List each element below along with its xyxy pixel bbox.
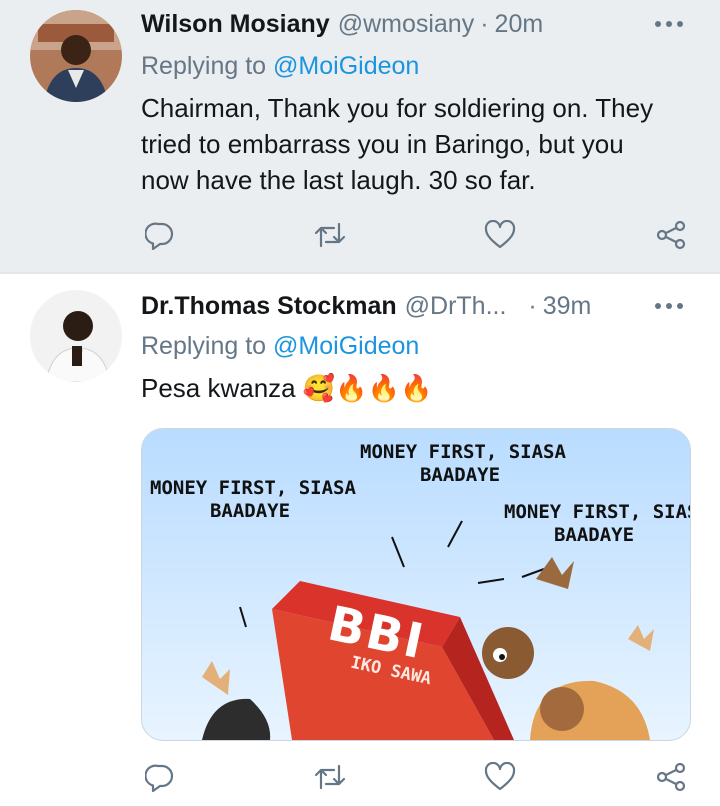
replying-prefix: Replying to [141, 332, 267, 360]
tweet-text-line: tried to embarrass you in Baringo, but y… [141, 129, 624, 159]
caption-left: MONEY FIRST, SIASA BAADAYE [150, 477, 356, 522]
tweet-header: Wilson Mosiany @wmosiany · 20m [141, 6, 700, 42]
timestamp[interactable]: 20m [495, 10, 544, 39]
tweet-header: Dr.Thomas Stockman @DrTh... · 39m [141, 288, 700, 324]
replying-to-line: Replying to @MoiGideon [141, 332, 419, 361]
separator-dot: · [528, 291, 537, 320]
tweet-text-line: now have the last laugh. 30 so far. [141, 165, 536, 195]
separator-dot: · [480, 9, 489, 38]
tweet-text-content: Pesa kwanza [141, 373, 296, 403]
tweet-text: Pesa kwanza 🥰🔥🔥🔥 [141, 370, 701, 407]
tweet-actions [141, 760, 701, 794]
more-options-icon[interactable] [652, 288, 686, 324]
like-icon[interactable] [483, 760, 517, 794]
like-icon[interactable] [483, 218, 517, 252]
more-options-icon[interactable] [652, 6, 686, 42]
emoji-group: 🥰🔥🔥🔥 [302, 374, 433, 404]
replying-prefix: Replying to [141, 52, 267, 80]
display-name[interactable]: Dr.Thomas Stockman [141, 292, 397, 321]
tweet-thomas-stockman[interactable]: Dr.Thomas Stockman @DrTh... · 39m Replyi… [0, 274, 720, 806]
display-name[interactable]: Wilson Mosiany [141, 10, 330, 39]
tweet-media-image[interactable]: MONEY FIRST, SIASA BAADAYE MONEY FIRST, S… [141, 428, 691, 741]
avatar[interactable] [30, 290, 122, 382]
timestamp[interactable]: 39m [543, 292, 592, 321]
replying-to-line: Replying to @MoiGideon [141, 52, 419, 81]
tweet-actions [141, 218, 701, 252]
reply-icon[interactable] [143, 760, 177, 794]
retweet-icon[interactable] [313, 760, 347, 794]
tweet-text-line: Chairman, Thank you for soldiering on. T… [141, 93, 654, 123]
replying-to-mention[interactable]: @MoiGideon [273, 52, 419, 80]
user-handle[interactable]: @DrTh... [405, 292, 507, 321]
caption-right: MONEY FIRST, SIASA BAADAYE [504, 501, 691, 546]
retweet-icon[interactable] [313, 218, 347, 252]
tweet-wilson-mosiany[interactable]: Wilson Mosiany @wmosiany · 20m Replying … [0, 0, 720, 272]
share-icon[interactable] [654, 218, 688, 252]
reply-icon[interactable] [143, 218, 177, 252]
share-icon[interactable] [654, 760, 688, 794]
caption-top: MONEY FIRST, SIASA BAADAYE [360, 441, 566, 486]
user-handle[interactable]: @wmosiany [338, 10, 475, 39]
replying-to-mention[interactable]: @MoiGideon [273, 332, 419, 360]
avatar[interactable] [30, 10, 122, 102]
tweet-text: Chairman, Thank you for soldiering on. T… [141, 90, 701, 198]
